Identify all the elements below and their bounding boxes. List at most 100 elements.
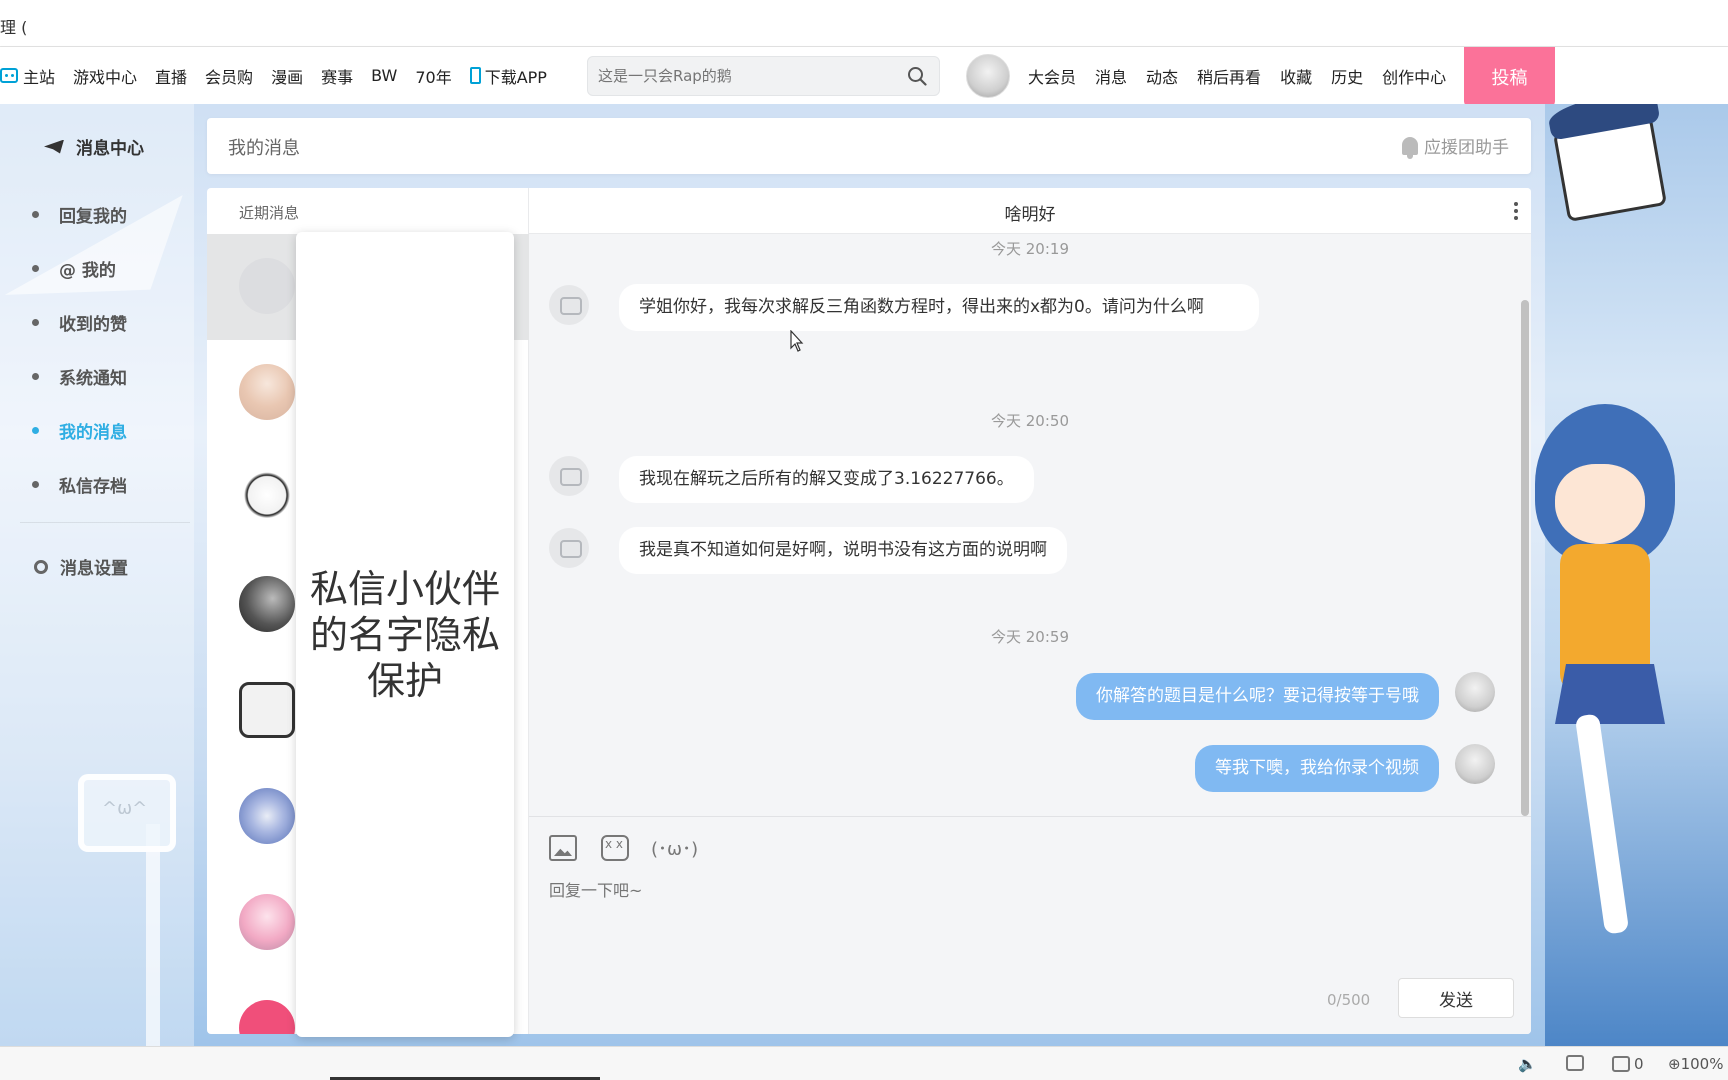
nav-item-label: 主站 — [23, 67, 56, 87]
nav-item-live[interactable]: 直播 — [155, 64, 187, 88]
sidebar-item-label: 消息设置 — [60, 559, 128, 579]
privacy-notice: 私信小伙伴的名字隐私保护 — [310, 566, 501, 703]
message-bubble-out: 等我下噢，我给你录个视频 — [1195, 745, 1439, 792]
my-avatar[interactable] — [1455, 672, 1495, 712]
message-timestamp: 今天 20:50 — [991, 412, 1069, 430]
search-box — [587, 56, 940, 96]
page-title: 我的消息 — [228, 138, 300, 159]
dot-icon — [32, 427, 39, 434]
contact-avatar — [239, 576, 295, 632]
image-icon[interactable] — [549, 835, 577, 861]
char-counter: 0/500 — [1327, 991, 1371, 1009]
mascot-tv-decoration — [1552, 116, 1668, 222]
window-title: 理 ( — [0, 18, 28, 37]
message-bubble-in: 学姐你好，我每次求解反三角函数方程时，得出来的x都为0。请问为什么啊 — [619, 284, 1259, 331]
conversation-scrollbar[interactable] — [1521, 300, 1529, 816]
sidebar-item-label: 收到的赞 — [59, 315, 127, 335]
tv-icon — [0, 68, 18, 83]
support-helper-label: 应援团助手 — [1424, 138, 1509, 158]
nav-item-main[interactable]: 主站 — [0, 64, 55, 88]
sidebar-item-label: @ 我的 — [59, 261, 116, 281]
partner-avatar[interactable] — [549, 456, 589, 496]
paper-plane-icon — [44, 139, 64, 154]
contact-avatar — [239, 258, 295, 314]
sidebar-item-likes[interactable]: 收到的赞 — [32, 310, 127, 335]
top-nav: 主站 游戏中心 直播 会员购 漫画 赛事 BW 70年 下载APP 大会员 消息… — [0, 47, 1728, 107]
user-avatar[interactable] — [966, 54, 1010, 98]
download-icon[interactable] — [1566, 1055, 1588, 1071]
message-bubble-in: 我现在解玩之后所有的解又变成了3.16227766。 — [619, 456, 1034, 503]
nav-item-70[interactable]: 70年 — [415, 64, 451, 88]
send-button[interactable]: 发送 — [1398, 978, 1514, 1018]
nav-item-big-vip[interactable]: 大会员 — [1028, 64, 1076, 88]
volume-icon[interactable]: 🔈 — [1518, 1055, 1537, 1073]
upload-button[interactable]: 投稿 — [1464, 47, 1555, 107]
mouse-cursor-icon — [790, 330, 804, 352]
nav-item-label: 下载APP — [484, 67, 547, 87]
contact-avatar — [239, 364, 295, 420]
partner-avatar[interactable] — [549, 528, 589, 568]
dot-icon — [32, 265, 39, 272]
nav-item-game[interactable]: 游戏中心 — [73, 64, 137, 88]
nav-item-esports[interactable]: 赛事 — [321, 64, 353, 88]
zoom-level: 100% — [1680, 1055, 1724, 1073]
search-icon[interactable] — [907, 66, 927, 86]
girl-skirt-decoration — [1555, 664, 1665, 724]
sidebar-title: 消息中心 — [44, 134, 144, 159]
message-composer: (･ω･) 0/500 发送 — [529, 816, 1531, 1034]
messages-header: 我的消息 应援团助手 — [207, 118, 1531, 174]
sidebar-item-settings[interactable]: 消息设置 — [32, 554, 128, 579]
nav-item-manga[interactable]: 漫画 — [271, 64, 303, 88]
nav-item-favorites[interactable]: 收藏 — [1280, 64, 1312, 88]
zoom-indicator[interactable]: ⊕ 100% — [1668, 1055, 1723, 1073]
sidebar-item-system[interactable]: 系统通知 — [32, 364, 127, 389]
dot-icon — [32, 211, 39, 218]
dot-icon — [32, 373, 39, 380]
search-input[interactable] — [598, 57, 888, 95]
nav-item-messages[interactable]: 消息 — [1095, 64, 1127, 88]
download-box-icon — [1566, 1055, 1584, 1071]
adblock-indicator[interactable]: 0 — [1612, 1055, 1644, 1073]
nav-item-watch-later[interactable]: 稍后再看 — [1197, 64, 1261, 88]
nav-item-history[interactable]: 历史 — [1331, 64, 1363, 88]
reply-input[interactable] — [549, 877, 1509, 957]
dot-icon — [32, 319, 39, 326]
sidebar-item-replies[interactable]: 回复我的 — [32, 202, 127, 227]
partner-name: 啥明好 — [1004, 205, 1056, 225]
conversation-panel: 啥明好 今天 20:19 学姐你好，我每次求解反三角函数方程时，得出来的x都为0… — [529, 188, 1531, 1034]
sidebar-item-my-messages[interactable]: 我的消息 — [32, 418, 127, 443]
nav-item-creator-center[interactable]: 创作中心 — [1382, 64, 1446, 88]
message-timestamp: 今天 20:19 — [991, 240, 1069, 258]
adblock-icon — [1612, 1056, 1630, 1072]
nav-item-vip-shop[interactable]: 会员购 — [205, 64, 253, 88]
recent-messages-label: 近期消息 — [239, 204, 300, 222]
sidebar-item-archive[interactable]: 私信存档 — [32, 472, 127, 497]
emoji-icon[interactable] — [601, 835, 629, 861]
bell-icon — [1402, 136, 1418, 159]
dot-icon — [32, 481, 39, 488]
nav-item-bw[interactable]: BW — [371, 66, 397, 85]
contact-avatar — [239, 894, 295, 950]
nav-item-download-app[interactable]: 下载APP — [469, 64, 547, 88]
contact-avatar — [239, 1000, 295, 1034]
nav-item-dynamic[interactable]: 动态 — [1146, 64, 1178, 88]
sidebar-item-label: 回复我的 — [59, 207, 127, 227]
message-timestamp: 今天 20:59 — [991, 628, 1069, 646]
sidebar-item-label: 我的消息 — [59, 423, 127, 443]
support-helper-link[interactable]: 应援团助手 — [1402, 133, 1509, 159]
sidebar-title-text: 消息中心 — [76, 139, 144, 159]
gear-icon — [34, 559, 48, 574]
sidebar-item-mentions[interactable]: @ 我的 — [32, 256, 116, 281]
partner-avatar[interactable] — [549, 285, 589, 325]
kaomoji-button[interactable]: (･ω･) — [651, 835, 698, 861]
privacy-overlay: 私信小伙伴的名字隐私保护 — [296, 232, 514, 1037]
sidebar-item-label: 系统通知 — [59, 369, 127, 389]
message-sidebar: 消息中心 回复我的 @ 我的 收到的赞 系统通知 我的消息 私信存档 消息设置 — [0, 104, 194, 1046]
contact-avatar — [239, 470, 295, 526]
browser-status-bar: 🔈 0 ⊕ 100% — [0, 1046, 1728, 1080]
more-options-icon[interactable] — [1514, 202, 1519, 222]
browser-title-bar: 理 ( — [0, 0, 1728, 47]
phone-icon — [469, 67, 481, 84]
my-avatar[interactable] — [1455, 744, 1495, 784]
girl-face-decoration — [1555, 464, 1645, 544]
